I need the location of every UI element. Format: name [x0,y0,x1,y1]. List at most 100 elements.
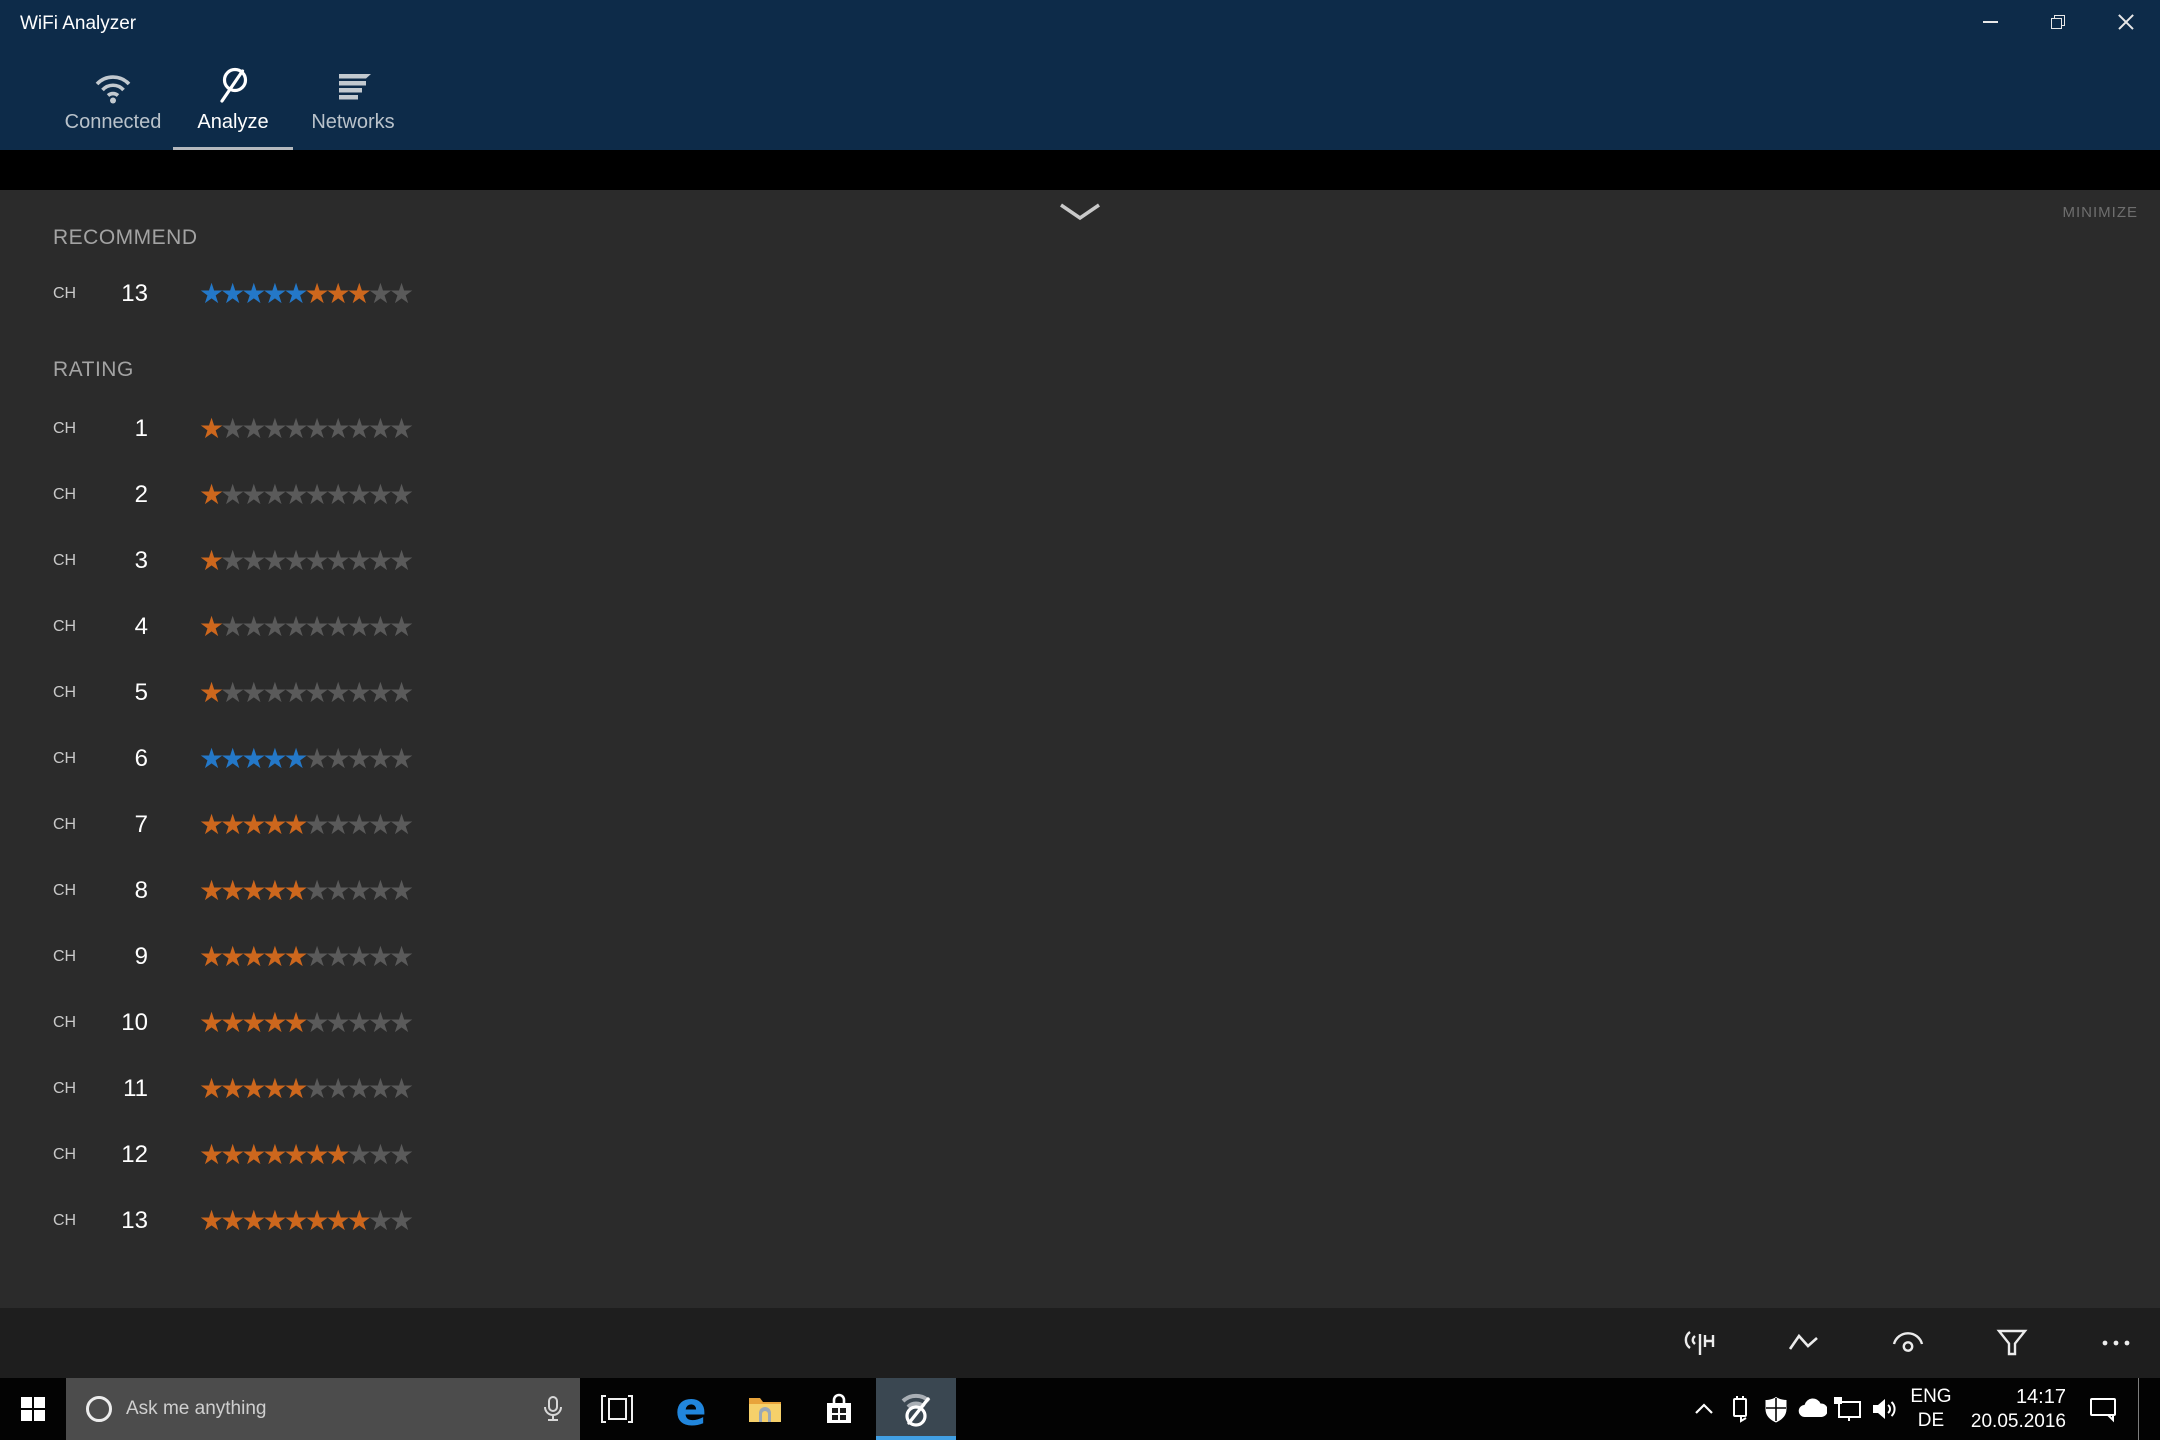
language-secondary: DE [1902,1409,1960,1433]
minimize-panel-button[interactable]: MINIMIZE [2063,204,2139,221]
analyze-search-icon [213,65,253,109]
access-point-icon[interactable] [1880,1315,1936,1371]
edge-icon: e [675,1386,706,1432]
star-rating: ★★★★★★★★★★ [199,745,410,773]
filter-icon[interactable] [1984,1315,2040,1371]
star-icon: ★ [220,742,241,775]
taskbar-app-wifi-analyzer[interactable] [876,1378,956,1440]
more-ellipsis-icon[interactable] [2088,1315,2144,1371]
analyze-panel: MINIMIZE RECOMMEND CH13★★★★★★★★★★ RATING… [0,190,2160,1308]
star-icon: ★ [283,478,304,511]
star-icon: ★ [326,676,347,709]
star-icon: ★ [283,277,304,310]
star-icon: ★ [389,1204,410,1237]
star-icon: ★ [305,1072,326,1105]
star-icon: ★ [241,610,262,643]
channel-row: CH5★★★★★★★★★★ [0,660,2160,726]
show-desktop-button[interactable] [2138,1378,2160,1440]
star-icon: ★ [241,940,262,973]
star-icon: ★ [305,277,326,310]
clock[interactable]: 14:17 20.05.2016 [1960,1385,2072,1434]
channel-label: CH [53,1080,90,1098]
star-icon: ★ [241,808,262,841]
star-icon: ★ [347,610,368,643]
tab-analyze[interactable]: Analyze [173,54,293,150]
search-box[interactable] [66,1378,580,1440]
channel-number: 13 [90,1207,148,1235]
taskbar-app-edge[interactable]: e [654,1378,728,1440]
channel-row: CH4★★★★★★★★★★ [0,594,2160,660]
star-icon: ★ [220,676,241,709]
action-bar [0,1308,2160,1378]
channel-label: CH [53,816,90,834]
star-icon: ★ [389,676,410,709]
minimize-button[interactable] [1956,0,2024,44]
star-icon: ★ [326,742,347,775]
star-icon: ★ [326,940,347,973]
notification-icon [2087,1395,2119,1423]
star-icon: ★ [262,277,283,310]
star-icon: ★ [262,1138,283,1171]
chevron-down-icon[interactable] [1058,202,1102,222]
volume-icon[interactable] [1866,1378,1902,1440]
star-icon: ★ [326,1072,347,1105]
channel-label: CH [53,948,90,966]
wifi-icon [92,65,134,109]
star-icon: ★ [347,808,368,841]
star-icon: ★ [326,1138,347,1171]
channel-label: CH [53,420,90,438]
star-icon: ★ [283,940,304,973]
star-icon: ★ [283,1138,304,1171]
channel-row: CH13★★★★★★★★★★ [0,1188,2160,1254]
taskbar-app-file-explorer[interactable] [728,1378,802,1440]
microphone-icon[interactable] [540,1394,566,1424]
onedrive-cloud-icon[interactable] [1794,1378,1830,1440]
star-icon: ★ [389,874,410,907]
tab-networks[interactable]: Networks [293,54,413,150]
restore-button[interactable] [2024,0,2092,44]
star-icon: ★ [283,742,304,775]
notification-center-button[interactable] [2072,1378,2134,1440]
star-rating: ★★★★★★★★★★ [199,811,410,839]
star-icon: ★ [389,1072,410,1105]
network-icon[interactable] [1830,1378,1866,1440]
star-icon: ★ [283,874,304,907]
chart-line-icon[interactable] [1776,1315,1832,1371]
star-icon: ★ [241,874,262,907]
star-icon: ★ [241,478,262,511]
star-icon: ★ [241,1006,262,1039]
channel-number: 13 [90,280,148,308]
tab-label: Analyze [197,111,268,134]
star-icon: ★ [220,1204,241,1237]
star-icon: ★ [368,676,389,709]
channel-label: CH [53,552,90,570]
taskbar-app-store[interactable] [802,1378,876,1440]
star-rating: ★★★★★★★★★★ [199,481,410,509]
chevron-up-icon[interactable] [1686,1378,1722,1440]
star-icon: ★ [326,808,347,841]
channel-row: CH8★★★★★★★★★★ [0,858,2160,924]
star-rating: ★★★★★★★★★★ [199,613,410,641]
tab-label: Connected [65,111,162,134]
search-input[interactable] [126,1398,540,1420]
star-icon: ★ [368,610,389,643]
channel-label: CH [53,882,90,900]
restore-icon [2051,15,2065,29]
channel-number: 11 [90,1075,148,1103]
tab-connected[interactable]: Connected [53,54,173,150]
signal-strength-icon[interactable] [1672,1315,1728,1371]
star-icon: ★ [347,1204,368,1237]
task-view-button[interactable] [580,1378,654,1440]
close-button[interactable] [2092,0,2160,44]
language-switcher[interactable]: ENG DE [1902,1385,1960,1433]
star-icon: ★ [220,874,241,907]
defender-shield-icon[interactable] [1758,1378,1794,1440]
tab-bar: Connected Analyze [53,54,413,150]
star-icon: ★ [199,610,220,643]
start-button[interactable] [0,1378,66,1440]
star-icon: ★ [305,412,326,445]
usb-icon[interactable] [1722,1378,1758,1440]
channel-row: CH6★★★★★★★★★★ [0,726,2160,792]
star-icon: ★ [220,808,241,841]
star-icon: ★ [368,874,389,907]
